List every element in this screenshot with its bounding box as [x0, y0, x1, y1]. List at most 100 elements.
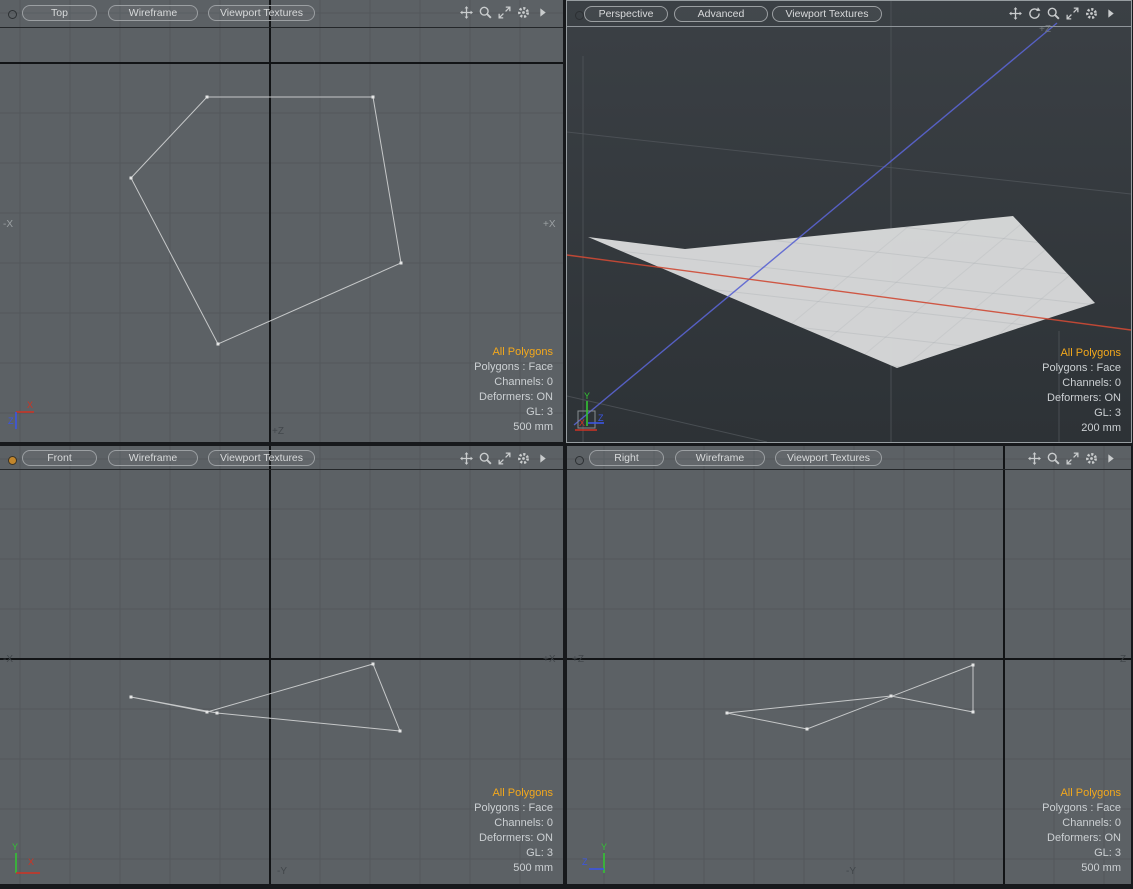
mesh-vertex[interactable]	[217, 343, 220, 346]
mesh-vertex[interactable]	[890, 695, 893, 698]
maximize-icon[interactable]	[1065, 451, 1080, 466]
zoom-icon[interactable]	[478, 451, 493, 466]
mesh-vertex[interactable]	[130, 177, 133, 180]
viewport-toolbar	[459, 451, 550, 466]
viewport-perspective: YZX+Z Perspective Advanced Viewport Text…	[566, 0, 1132, 443]
viewport-state-indicator[interactable]	[8, 456, 17, 465]
mesh-vertex[interactable]	[216, 712, 219, 715]
move-icon[interactable]	[1008, 6, 1023, 21]
axis-edge-label: -Y	[277, 866, 287, 877]
mesh-vertex[interactable]	[400, 262, 403, 265]
selection-mode-label: All Polygons	[474, 345, 553, 360]
info-line: Deformers: ON	[1042, 391, 1121, 406]
mesh-wireframe[interactable]	[131, 664, 400, 731]
settings-icon[interactable]	[516, 451, 531, 466]
axis-edge-label: -X	[3, 654, 13, 665]
selection-mode-label: All Polygons	[474, 786, 553, 801]
info-line: Channels: 0	[1042, 376, 1121, 391]
viewport-header: Front Wireframe Viewport Textures	[0, 446, 563, 472]
viewport-info-block: All Polygons Polygons : Face Channels: 0…	[1042, 346, 1121, 436]
viewport-state-indicator[interactable]	[8, 10, 17, 19]
shading-mode-button[interactable]: Wireframe	[675, 450, 765, 466]
mesh-wireframe[interactable]	[727, 665, 973, 729]
viewport-info-block: All Polygons Polygons : Face Channels: 0…	[474, 786, 553, 876]
viewport-right: YZ+ZZ-Y Right Wireframe Viewport Texture…	[567, 446, 1131, 884]
grid-line	[567, 132, 1131, 194]
axis-edge-label: +Z	[572, 654, 584, 665]
move-icon[interactable]	[459, 451, 474, 466]
view-type-button[interactable]: Right	[589, 450, 664, 466]
mesh-vertex[interactable]	[206, 96, 209, 99]
settings-icon[interactable]	[1084, 6, 1099, 21]
info-line: 500 mm	[474, 861, 553, 876]
mesh-vertex[interactable]	[726, 712, 729, 715]
viewport-info-block: All Polygons Polygons : Face Channels: 0…	[1042, 786, 1121, 876]
info-line: Polygons : Face	[1042, 361, 1121, 376]
gizmo-axis-label: X	[27, 400, 33, 410]
maximize-icon[interactable]	[497, 451, 512, 466]
viewport-header: Top Wireframe Viewport Textures	[0, 0, 563, 26]
settings-icon[interactable]	[1084, 451, 1099, 466]
viewport-state-indicator[interactable]	[575, 456, 584, 465]
info-line: Polygons : Face	[474, 801, 553, 816]
more-icon[interactable]	[1103, 451, 1118, 466]
mesh-wireframe[interactable]	[131, 97, 401, 344]
rotate-icon[interactable]	[1027, 6, 1042, 21]
zoom-icon[interactable]	[1046, 6, 1061, 21]
view-type-button[interactable]: Front	[22, 450, 97, 466]
mesh-vertex[interactable]	[206, 711, 209, 714]
mesh-vertex[interactable]	[399, 730, 402, 733]
viewport-textures-button[interactable]: Viewport Textures	[772, 6, 882, 22]
viewport-header: Right Wireframe Viewport Textures	[567, 446, 1131, 472]
info-line: GL: 3	[1042, 406, 1121, 421]
maximize-icon[interactable]	[1065, 6, 1080, 21]
mesh-vertex[interactable]	[972, 711, 975, 714]
view-type-button[interactable]: Top	[22, 5, 97, 21]
info-line: Channels: 0	[474, 816, 553, 831]
quad-viewport-layout: X Z -X +X +Z Top Wireframe Viewport Textures…	[0, 0, 1133, 889]
viewport-top: XZ-X+X+Z Top Wireframe Viewport Textures…	[0, 0, 563, 442]
viewport-front: YX -X +X -Y Front Wireframe Viewport Textur…	[0, 446, 563, 884]
maximize-icon[interactable]	[497, 5, 512, 20]
more-icon[interactable]	[1103, 6, 1118, 21]
viewport-state-indicator[interactable]	[575, 11, 584, 20]
viewport-textures-button[interactable]: Viewport Textures	[208, 450, 315, 466]
axis-edge-label: +Z	[272, 426, 284, 437]
view-type-button[interactable]: Perspective	[584, 6, 668, 22]
info-line: GL: 3	[474, 405, 553, 420]
mesh-vertex[interactable]	[372, 663, 375, 666]
axis-edge-label: +X	[543, 654, 556, 665]
axis-edge-label: Z	[1120, 654, 1126, 665]
mesh-vertex[interactable]	[972, 664, 975, 667]
viewport-toolbar	[1027, 451, 1118, 466]
move-icon[interactable]	[1027, 451, 1042, 466]
mesh-vertex[interactable]	[806, 728, 809, 731]
viewport-textures-button[interactable]: Viewport Textures	[208, 5, 315, 21]
info-line: 500 mm	[1042, 861, 1121, 876]
viewport-info-block: All Polygons Polygons : Face Channels: 0…	[474, 345, 553, 435]
zoom-icon[interactable]	[1046, 451, 1061, 466]
zoom-icon[interactable]	[478, 5, 493, 20]
shading-mode-button[interactable]: Wireframe	[108, 5, 198, 21]
viewport-header: Perspective Advanced Viewport Textures	[567, 1, 1131, 27]
gizmo-axis-label: X	[579, 418, 585, 428]
gizmo-axis-label: Y	[12, 842, 18, 852]
settings-icon[interactable]	[516, 5, 531, 20]
grid-line	[567, 396, 767, 442]
viewport-textures-button[interactable]: Viewport Textures	[775, 450, 882, 466]
gizmo-axis-label: Z	[8, 416, 14, 426]
move-icon[interactable]	[459, 5, 474, 20]
shading-mode-button[interactable]: Wireframe	[108, 450, 198, 466]
axis-edge-label: -X	[3, 219, 13, 230]
gizmo-axis-label: Y	[584, 391, 590, 401]
info-line: Deformers: ON	[474, 390, 553, 405]
more-icon[interactable]	[535, 5, 550, 20]
axis-edge-label: -Y	[846, 866, 856, 877]
more-icon[interactable]	[535, 451, 550, 466]
mesh-vertex[interactable]	[372, 96, 375, 99]
viewport-toolbar	[1008, 6, 1118, 21]
info-line: Channels: 0	[1042, 816, 1121, 831]
gizmo-axis-label: X	[28, 857, 34, 867]
mesh-vertex[interactable]	[130, 696, 133, 699]
shading-mode-button[interactable]: Advanced	[674, 6, 768, 22]
